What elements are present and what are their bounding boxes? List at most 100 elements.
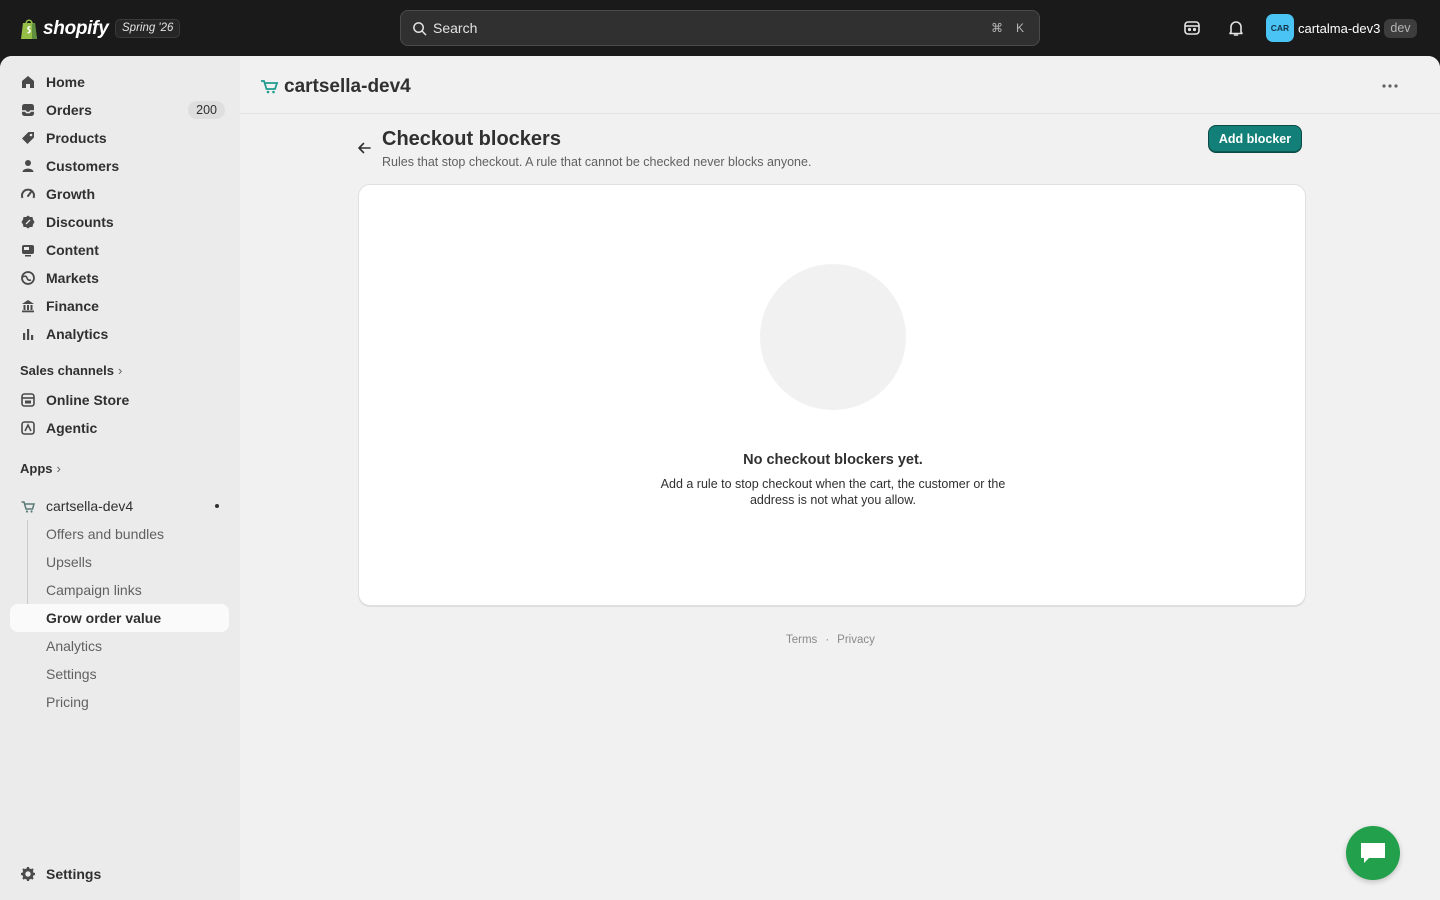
sidebar-item-finance[interactable]: Finance	[10, 292, 229, 320]
store-status-icon[interactable]	[1182, 18, 1202, 38]
app-subitem-campaign-links[interactable]: Campaign links	[10, 576, 229, 604]
chevron-right-icon: ›	[56, 461, 61, 476]
empty-state-illustration	[760, 264, 906, 410]
person-icon	[22, 160, 34, 172]
sidebar-item-label: Orders	[46, 102, 92, 118]
notification-bell-icon[interactable]	[1226, 18, 1246, 38]
orders-count-badge: 200	[188, 101, 225, 119]
shortcut-k-key: K	[1015, 21, 1024, 35]
content-icon	[22, 245, 34, 257]
bar-chart-icon	[23, 329, 34, 340]
terms-link[interactable]: Terms	[786, 634, 817, 646]
subitem-label: Offers and bundles	[46, 526, 165, 542]
subitem-label: Analytics	[46, 638, 103, 654]
shortcut-command-key: ⌘	[991, 21, 1003, 35]
sidebar-item-orders[interactable]: Orders 200	[10, 96, 229, 124]
sidebar-item-label: Settings	[46, 866, 102, 882]
store-icon	[21, 393, 35, 407]
sidebar-item-products[interactable]: Products	[10, 124, 229, 152]
app-shell: Home Orders 200 Products Customers Growt…	[0, 56, 1440, 900]
chevron-right-icon: ›	[117, 363, 123, 378]
sidebar-item-label: Content	[46, 242, 99, 258]
search-bar[interactable]: Search ⌘ K	[400, 10, 1040, 46]
sidebar-item-growth[interactable]: Growth	[10, 180, 229, 208]
brand-wordmark: shopify	[43, 18, 109, 39]
environment-badge: dev	[1384, 18, 1417, 38]
app-header: cartsella-dev4	[240, 56, 1440, 114]
sidebar-item-app[interactable]: cartsella-dev4	[10, 492, 229, 520]
app-status-dot	[215, 504, 219, 508]
main-content: cartsella-dev4 Checkout blockers Rules t…	[240, 56, 1440, 900]
footer-links: Terms · Privacy	[786, 634, 875, 646]
sidebar-item-content[interactable]: Content	[10, 236, 229, 264]
sidebar-item-markets[interactable]: Markets	[10, 264, 229, 292]
sidebar: Home Orders 200 Products Customers Growt…	[0, 56, 240, 900]
sales-channels-label: Sales channels	[20, 363, 114, 378]
sidebar-item-label: Customers	[46, 158, 120, 174]
sidebar-item-label: Finance	[46, 298, 99, 314]
sales-channels-header[interactable]: Sales channels ›	[20, 363, 122, 378]
app-subitem-offers[interactable]: Offers and bundles	[10, 520, 229, 548]
more-options-icon[interactable]	[1380, 76, 1400, 96]
apps-label: Apps	[20, 461, 53, 476]
tag-icon	[22, 132, 34, 144]
page-title: Checkout blockers	[382, 128, 561, 150]
subitem-label: Grow order value	[46, 610, 162, 626]
search-placeholder: Search	[433, 20, 478, 36]
chat-button[interactable]	[1346, 826, 1400, 880]
sidebar-item-home[interactable]: Home	[10, 68, 229, 96]
edition-badge: Spring '26	[115, 19, 181, 38]
home-icon	[22, 76, 34, 88]
app-subitem-upsells[interactable]: Upsells	[10, 548, 229, 576]
app-subitem-settings[interactable]: Settings	[10, 660, 229, 688]
gauge-icon	[21, 188, 35, 199]
sidebar-item-label: Online Store	[46, 392, 130, 408]
apps-header[interactable]: Apps ›	[20, 461, 61, 476]
sidebar-item-label: Markets	[46, 270, 99, 286]
account-name: cartalma-dev3	[1298, 20, 1381, 36]
privacy-link[interactable]: Privacy	[837, 634, 875, 646]
sidebar-item-label: Products	[46, 130, 107, 146]
empty-state-description: Add a rule to stop checkout when the car…	[660, 477, 1006, 507]
app-subitem-pricing[interactable]: Pricing	[10, 688, 229, 716]
bank-icon	[22, 300, 34, 313]
app-logo-icon	[261, 80, 279, 94]
top-bar: shopify Spring '26 Search ⌘ K CAR cartal…	[0, 0, 1440, 56]
app-subitem-analytics[interactable]: Analytics	[10, 632, 229, 660]
sidebar-item-agentic[interactable]: Agentic	[10, 414, 229, 442]
account-menu[interactable]: CAR cartalma-dev3 dev	[1266, 14, 1417, 42]
sidebar-item-customers[interactable]: Customers	[10, 152, 229, 180]
orders-icon	[22, 104, 34, 116]
sidebar-item-label: Home	[46, 74, 85, 90]
page-subtitle: Rules that stop checkout. A rule that ca…	[382, 155, 812, 169]
discount-icon	[21, 215, 35, 229]
subitem-label: Campaign links	[46, 582, 142, 598]
subitem-label: Settings	[46, 666, 97, 682]
gear-icon	[21, 867, 35, 881]
empty-state-title: No checkout blockers yet.	[743, 452, 923, 468]
globe-icon	[21, 271, 35, 285]
sidebar-item-label: Agentic	[46, 420, 98, 436]
subitem-label: Pricing	[46, 694, 89, 710]
chat-bubble-icon	[1361, 843, 1385, 863]
avatar: CAR	[1266, 14, 1294, 42]
sidebar-item-discounts[interactable]: Discounts	[10, 208, 229, 236]
sidebar-item-settings[interactable]: Settings	[10, 860, 229, 888]
sidebar-item-analytics[interactable]: Analytics	[10, 320, 229, 348]
agentic-icon	[21, 421, 35, 435]
search-icon	[413, 22, 427, 36]
sidebar-item-label: cartsella-dev4	[46, 498, 134, 514]
sidebar-item-online-store[interactable]: Online Store	[10, 386, 229, 414]
subitem-label: Upsells	[46, 554, 92, 570]
add-blocker-button[interactable]: Add blocker	[1208, 125, 1302, 153]
empty-state-card: No checkout blockers yet. Add a rule to …	[358, 184, 1306, 606]
app-subitem-grow-order-value[interactable]: Grow order value	[10, 604, 229, 632]
back-arrow-icon[interactable]	[356, 140, 372, 156]
app-title: cartsella-dev4	[284, 76, 411, 97]
sidebar-item-label: Growth	[46, 186, 95, 202]
footer-separator: ·	[825, 634, 830, 646]
sidebar-item-label: Discounts	[46, 214, 114, 230]
shopify-logo[interactable]: shopify	[20, 16, 109, 42]
sidebar-item-label: Analytics	[46, 326, 109, 342]
shopify-bag-icon	[21, 19, 37, 39]
